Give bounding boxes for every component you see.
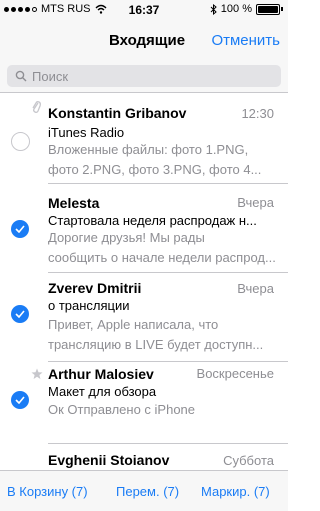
preview-line: Вложенные файлы: фото 1.PNG, [48,142,249,157]
status-right: 100 % [210,3,283,15]
selection-circle[interactable] [11,391,29,409]
mail-inbox-screen: MTS RUS 16:37 100 % Входящие Отменить По… [0,0,288,511]
mail-sender: Konstantin Gribanov [48,105,187,121]
selection-circle[interactable] [11,132,30,151]
bluetooth-icon [210,3,217,15]
checkmark-icon [15,225,25,233]
battery-tip [281,7,283,11]
mail-sender: Zverev Dmitrii [48,280,142,296]
selection-circle[interactable] [11,305,29,323]
move-to-trash-button[interactable]: В Корзину (7) [7,484,88,499]
mail-item[interactable]: Zverev Dmitrii Вчера о трансляции Привет… [0,274,288,362]
mail-subject: Стартовала неделя распродаж н... [48,213,257,228]
mail-date: 12:30 [241,106,274,121]
mail-item[interactable]: Melesta Вчера Стартовала неделя распрода… [0,185,288,274]
mail-sender: Melesta [48,195,100,211]
preview-line: сообщить о начале недели распрод... [48,250,276,265]
status-bar: MTS RUS 16:37 100 % [0,0,288,20]
mail-date: Суббота [223,453,274,468]
mail-date: Вчера [237,281,274,296]
mail-preview: Вложенные файлы: фото 1.PNG, фото 2.PNG,… [48,140,276,180]
preview-line: фото 2.PNG, фото 3.PNG, фото 4... [48,162,262,177]
mail-item[interactable]: Arthur Malosiev Воскресенье Макет для об… [0,362,288,444]
search-bar: Поиск [0,62,288,93]
preview-line: Дорогие друзья! Мы рады [48,230,205,245]
mark-button[interactable]: Маркир. (7) [201,484,270,499]
preview-line: Привет, Apple написала, что [48,317,219,332]
separator [48,183,288,184]
star-icon [31,368,43,379]
mail-item[interactable]: Evghenii Stoianov Суббота [0,444,288,470]
mail-date: Вчера [237,195,274,210]
move-button[interactable]: Перем. (7) [116,484,179,499]
preview-line: Ок Отправлено с iPhone [48,402,196,417]
paperclip-icon [32,101,41,113]
separator [48,272,288,273]
cancel-button[interactable]: Отменить [211,32,280,49]
search-input[interactable]: Поиск [7,65,281,87]
mail-sender: Evghenii Stoianov [48,452,170,468]
page-title: Входящие [108,32,186,49]
navigation-bar: Входящие Отменить [0,20,288,62]
mail-subject: о трансляции [48,298,130,313]
checkmark-icon [15,310,25,318]
battery-icon [256,3,280,15]
mail-preview: Привет, Apple написала, что трансляцию в… [48,315,276,355]
mail-preview: Дорогие друзья! Мы рады сообщить о начал… [48,228,276,268]
preview-line: трансляцию в LIVE будет доступн... [48,337,264,352]
mail-subject: Макет для обзора [48,384,157,399]
mail-sender: Arthur Malosiev [48,366,154,382]
mail-date: Воскресенье [196,366,274,381]
battery-percent: 100 % [220,3,252,15]
mail-item[interactable]: Konstantin Gribanov 12:30 iTunes Radio В… [0,92,288,185]
checkmark-icon [15,396,25,404]
bottom-toolbar: В Корзину (7) Перем. (7) Маркир. (7) [0,470,288,511]
selection-circle[interactable] [11,220,29,238]
search-placeholder: Поиск [32,68,69,84]
mail-preview: Ок Отправлено с iPhone [48,400,276,420]
search-icon [15,70,27,82]
mail-subject: iTunes Radio [48,125,125,140]
